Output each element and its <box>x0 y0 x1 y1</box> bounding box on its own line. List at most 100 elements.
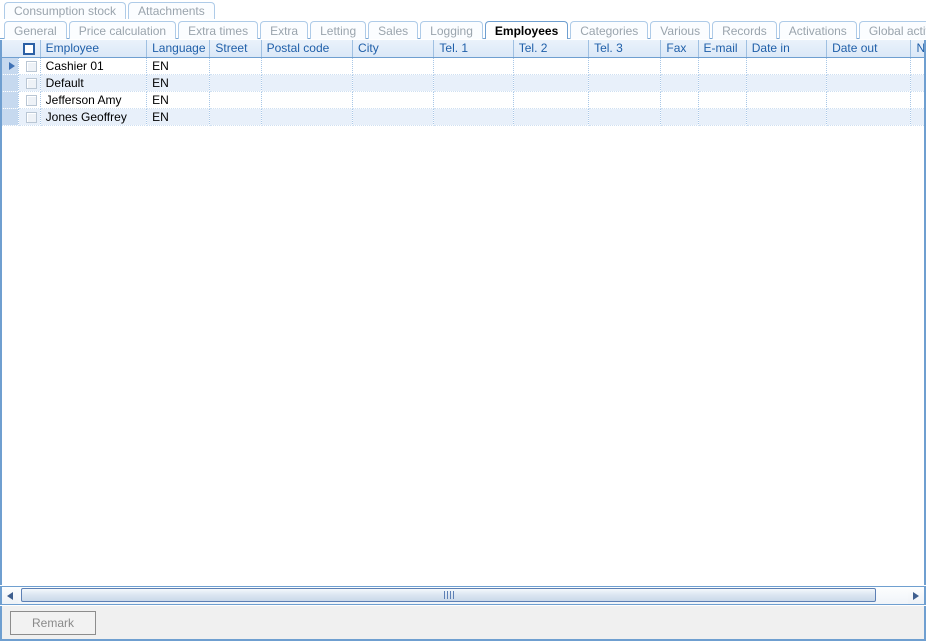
table-row[interactable]: Cashier 01EN <box>2 57 926 74</box>
cell-nu[interactable] <box>911 74 926 91</box>
column-header-postal-code[interactable]: Postal code <box>261 40 352 57</box>
cell-tel-3[interactable] <box>589 91 661 108</box>
cell-tel-3[interactable] <box>589 108 661 125</box>
column-header-fax[interactable]: Fax <box>661 40 698 57</box>
cell-street[interactable] <box>210 57 261 74</box>
row-checkbox[interactable] <box>26 61 37 72</box>
cell-language[interactable]: EN <box>147 108 210 125</box>
cell-street[interactable] <box>210 74 261 91</box>
cell-tel-3[interactable] <box>589 57 661 74</box>
row-select-cell[interactable] <box>18 74 40 91</box>
cell-postal-code[interactable] <box>261 91 352 108</box>
cell-date-out[interactable] <box>827 108 911 125</box>
cell-fax[interactable] <box>661 91 698 108</box>
select-all-header[interactable] <box>18 40 40 57</box>
tab-global-activities[interactable]: Global activities <box>859 21 926 39</box>
remark-button[interactable]: Remark <box>10 611 96 635</box>
tab-various[interactable]: Various <box>650 21 710 39</box>
cell-date-in[interactable] <box>746 74 826 91</box>
cell-date-in[interactable] <box>746 57 826 74</box>
cell-fax[interactable] <box>661 108 698 125</box>
column-header-date-in[interactable]: Date in <box>746 40 826 57</box>
cell-employee[interactable]: Cashier 01 <box>40 57 146 74</box>
cell-e-mail[interactable] <box>698 108 746 125</box>
cell-employee[interactable]: Jefferson Amy <box>40 91 146 108</box>
cell-city[interactable] <box>353 91 434 108</box>
row-select-cell[interactable] <box>18 108 40 125</box>
column-header-nu[interactable]: Nu <box>911 40 926 57</box>
scroll-right-button[interactable] <box>908 587 924 604</box>
tab-employees[interactable]: Employees <box>485 21 568 39</box>
cell-postal-code[interactable] <box>261 108 352 125</box>
tab-extra-times[interactable]: Extra times <box>178 21 258 39</box>
cell-date-in[interactable] <box>746 91 826 108</box>
tab-activations[interactable]: Activations <box>779 21 857 39</box>
cell-nu[interactable] <box>911 57 926 74</box>
cell-street[interactable] <box>210 91 261 108</box>
select-all-checkbox[interactable] <box>23 43 35 55</box>
column-header-language[interactable]: Language <box>147 40 210 57</box>
column-header-tel-2[interactable]: Tel. 2 <box>513 40 588 57</box>
column-header-tel-3[interactable]: Tel. 3 <box>589 40 661 57</box>
cell-city[interactable] <box>353 74 434 91</box>
cell-city[interactable] <box>353 108 434 125</box>
row-select-cell[interactable] <box>18 91 40 108</box>
scrollbar-thumb[interactable] <box>21 588 876 602</box>
tab-consumption-stock[interactable]: Consumption stock <box>4 2 126 19</box>
column-header-date-out[interactable]: Date out <box>827 40 911 57</box>
cell-language[interactable]: EN <box>147 57 210 74</box>
cell-nu[interactable] <box>911 91 926 108</box>
cell-tel-2[interactable] <box>513 74 588 91</box>
cell-tel-1[interactable] <box>434 91 513 108</box>
tab-letting[interactable]: Letting <box>310 21 366 39</box>
cell-employee[interactable]: Default <box>40 74 146 91</box>
cell-postal-code[interactable] <box>261 74 352 91</box>
row-checkbox[interactable] <box>26 95 37 106</box>
cell-tel-2[interactable] <box>513 108 588 125</box>
tab-extra[interactable]: Extra <box>260 21 308 39</box>
cell-street[interactable] <box>210 108 261 125</box>
cell-nu[interactable] <box>911 108 926 125</box>
cell-employee[interactable]: Jones Geoffrey <box>40 108 146 125</box>
cell-date-out[interactable] <box>827 91 911 108</box>
cell-date-out[interactable] <box>827 74 911 91</box>
row-checkbox[interactable] <box>26 78 37 89</box>
cell-language[interactable]: EN <box>147 74 210 91</box>
cell-tel-3[interactable] <box>589 74 661 91</box>
tab-price-calculation[interactable]: Price calculation <box>69 21 176 39</box>
row-indicator-cell[interactable] <box>2 57 18 74</box>
tab-sales[interactable]: Sales <box>368 21 418 39</box>
cell-date-out[interactable] <box>827 57 911 74</box>
cell-e-mail[interactable] <box>698 74 746 91</box>
row-indicator-cell[interactable] <box>2 74 18 91</box>
tab-general[interactable]: General <box>4 21 67 39</box>
column-header-city[interactable]: City <box>353 40 434 57</box>
cell-e-mail[interactable] <box>698 91 746 108</box>
table-row[interactable]: Jefferson AmyEN <box>2 91 926 108</box>
column-header-tel-1[interactable]: Tel. 1 <box>434 40 513 57</box>
table-row[interactable]: Jones GeoffreyEN <box>2 108 926 125</box>
row-indicator-cell[interactable] <box>2 108 18 125</box>
cell-tel-2[interactable] <box>513 91 588 108</box>
cell-language[interactable]: EN <box>147 91 210 108</box>
cell-fax[interactable] <box>661 57 698 74</box>
cell-e-mail[interactable] <box>698 57 746 74</box>
tab-categories[interactable]: Categories <box>570 21 648 39</box>
cell-date-in[interactable] <box>746 108 826 125</box>
cell-city[interactable] <box>353 57 434 74</box>
row-indicator-cell[interactable] <box>2 91 18 108</box>
table-row[interactable]: DefaultEN <box>2 74 926 91</box>
horizontal-scrollbar[interactable] <box>0 586 926 605</box>
column-header-employee[interactable]: Employee <box>40 40 146 57</box>
scroll-left-button[interactable] <box>2 587 18 604</box>
tab-records[interactable]: Records <box>712 21 777 39</box>
row-select-cell[interactable] <box>18 57 40 74</box>
cell-tel-1[interactable] <box>434 74 513 91</box>
column-header-e-mail[interactable]: E-mail <box>698 40 746 57</box>
cell-tel-2[interactable] <box>513 57 588 74</box>
row-checkbox[interactable] <box>26 112 37 123</box>
scrollbar-track[interactable] <box>18 587 908 604</box>
tab-attachments[interactable]: Attachments <box>128 2 215 19</box>
cell-tel-1[interactable] <box>434 108 513 125</box>
cell-tel-1[interactable] <box>434 57 513 74</box>
